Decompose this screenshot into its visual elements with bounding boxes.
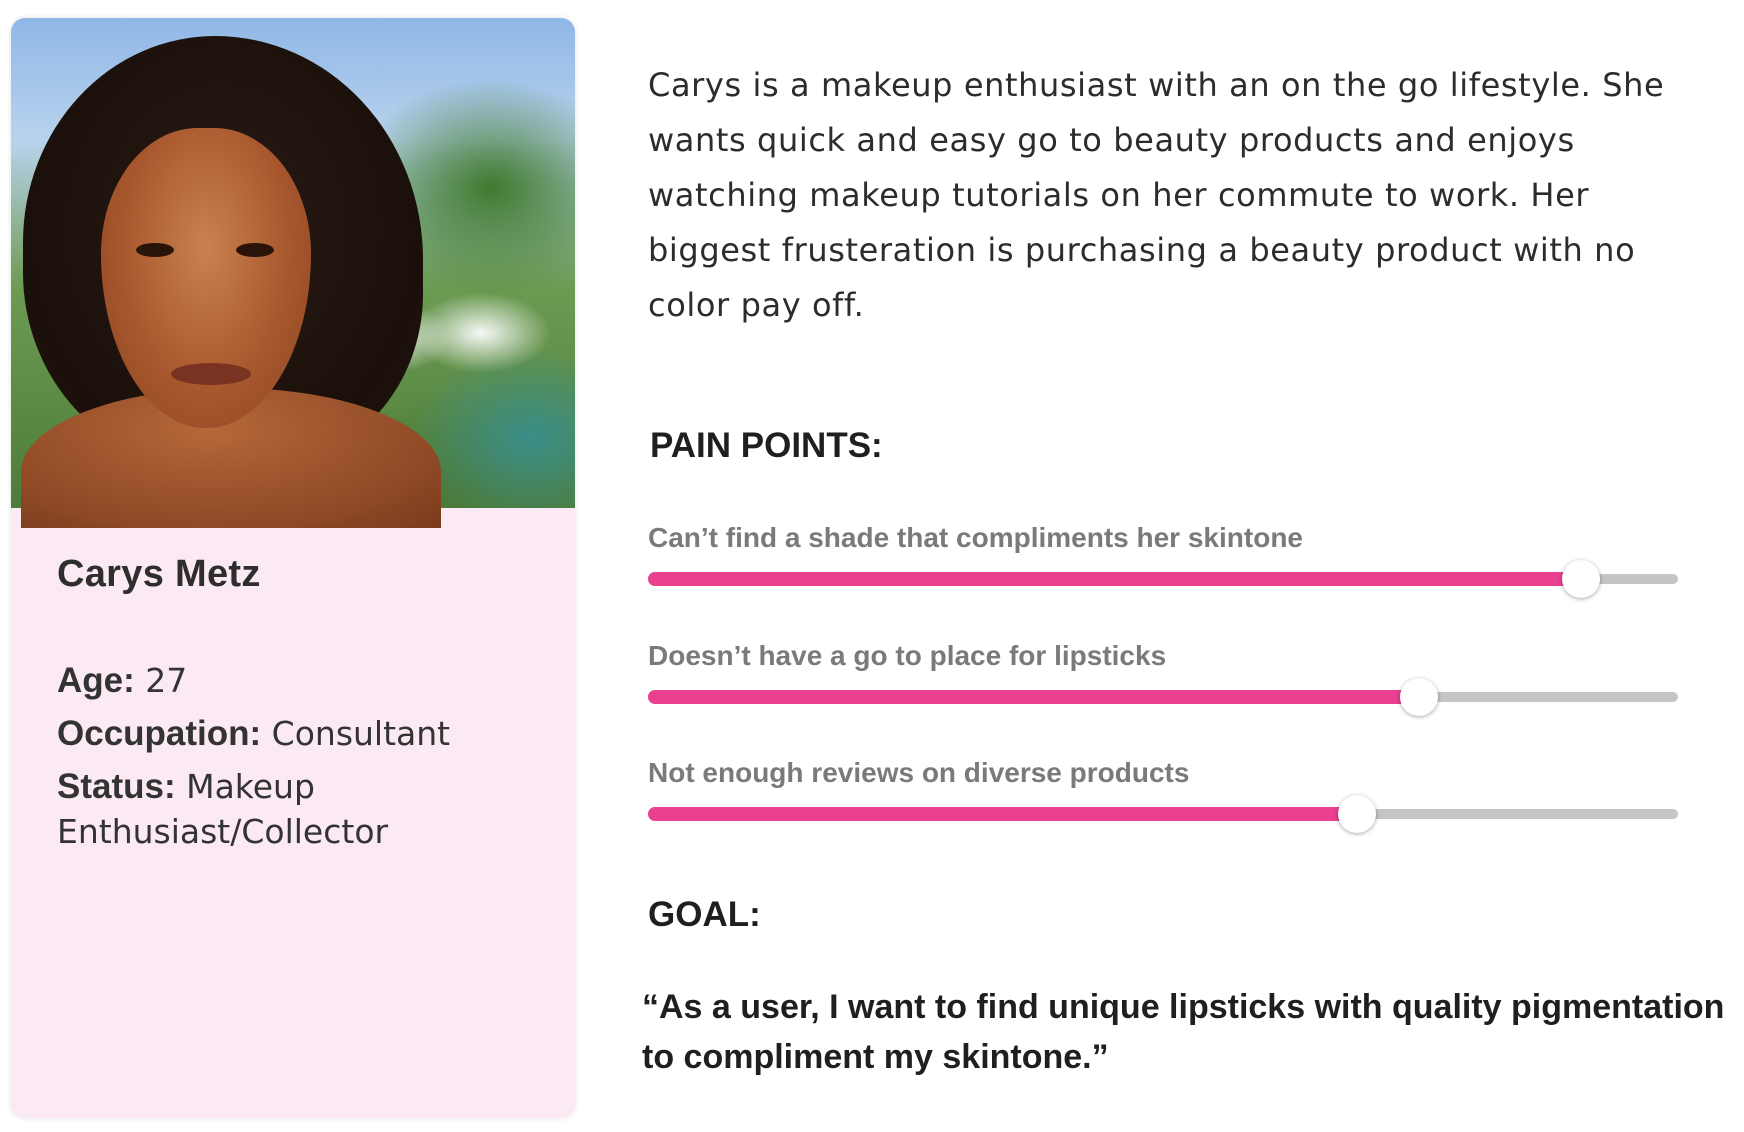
pain-point-2-slider-thumb[interactable] [1400, 678, 1439, 716]
persona-photo-eye-right [236, 243, 274, 257]
goal-heading: GOAL: [648, 895, 761, 934]
persona-card: Carys Metz Age: 27 Occupation: Consultan… [11, 18, 575, 1118]
persona-photo-lips [171, 363, 251, 385]
persona-occupation-label: Occupation: [57, 714, 262, 753]
pain-point-2-label: Doesn’t have a go to place for lipsticks [648, 640, 1167, 671]
pain-points-heading: PAIN POINTS: [650, 426, 883, 465]
pain-point-3-slider-thumb[interactable] [1337, 795, 1376, 833]
pain-point-1-label: Can’t find a shade that compliments her … [648, 522, 1303, 553]
pain-point-1-slider-track[interactable] [648, 560, 1678, 598]
persona-age-value: 27 [134, 661, 188, 700]
pain-point-2-slider-fill [648, 690, 1420, 704]
persona-age: Age: 27 [57, 658, 547, 703]
persona-occupation-value: Consultant [261, 714, 451, 753]
pain-point-2-slider-track[interactable] [648, 678, 1678, 716]
pain-point-1-slider-fill [648, 572, 1582, 586]
persona-age-label: Age: [57, 661, 135, 700]
pain-point-1-slider-thumb[interactable] [1562, 560, 1601, 598]
persona-bio: Carys is a makeup enthusiast with an on … [648, 66, 1665, 324]
pain-point-3: Not enough reviews on diverse products [648, 757, 1678, 833]
persona-details: Carys Metz Age: 27 Occupation: Consultan… [57, 553, 547, 862]
persona-status-label: Status: [57, 767, 176, 806]
persona-status: Status: Makeup Enthusiast/Collector [57, 764, 547, 854]
pain-point-1: Can’t find a shade that compliments her … [648, 522, 1678, 598]
goal-quote: “As a user, I want to find unique lipsti… [642, 988, 1725, 1076]
pain-point-3-label: Not enough reviews on diverse products [648, 757, 1190, 788]
pain-point-2: Doesn’t have a go to place for lipsticks [648, 640, 1678, 716]
persona-name: Carys Metz [57, 553, 261, 595]
persona-photo [11, 18, 575, 528]
persona-occupation: Occupation: Consultant [57, 711, 547, 756]
persona-photo-eye-left [136, 243, 174, 257]
pain-point-3-slider-fill [648, 807, 1357, 821]
pain-point-3-slider-track[interactable] [648, 795, 1678, 833]
